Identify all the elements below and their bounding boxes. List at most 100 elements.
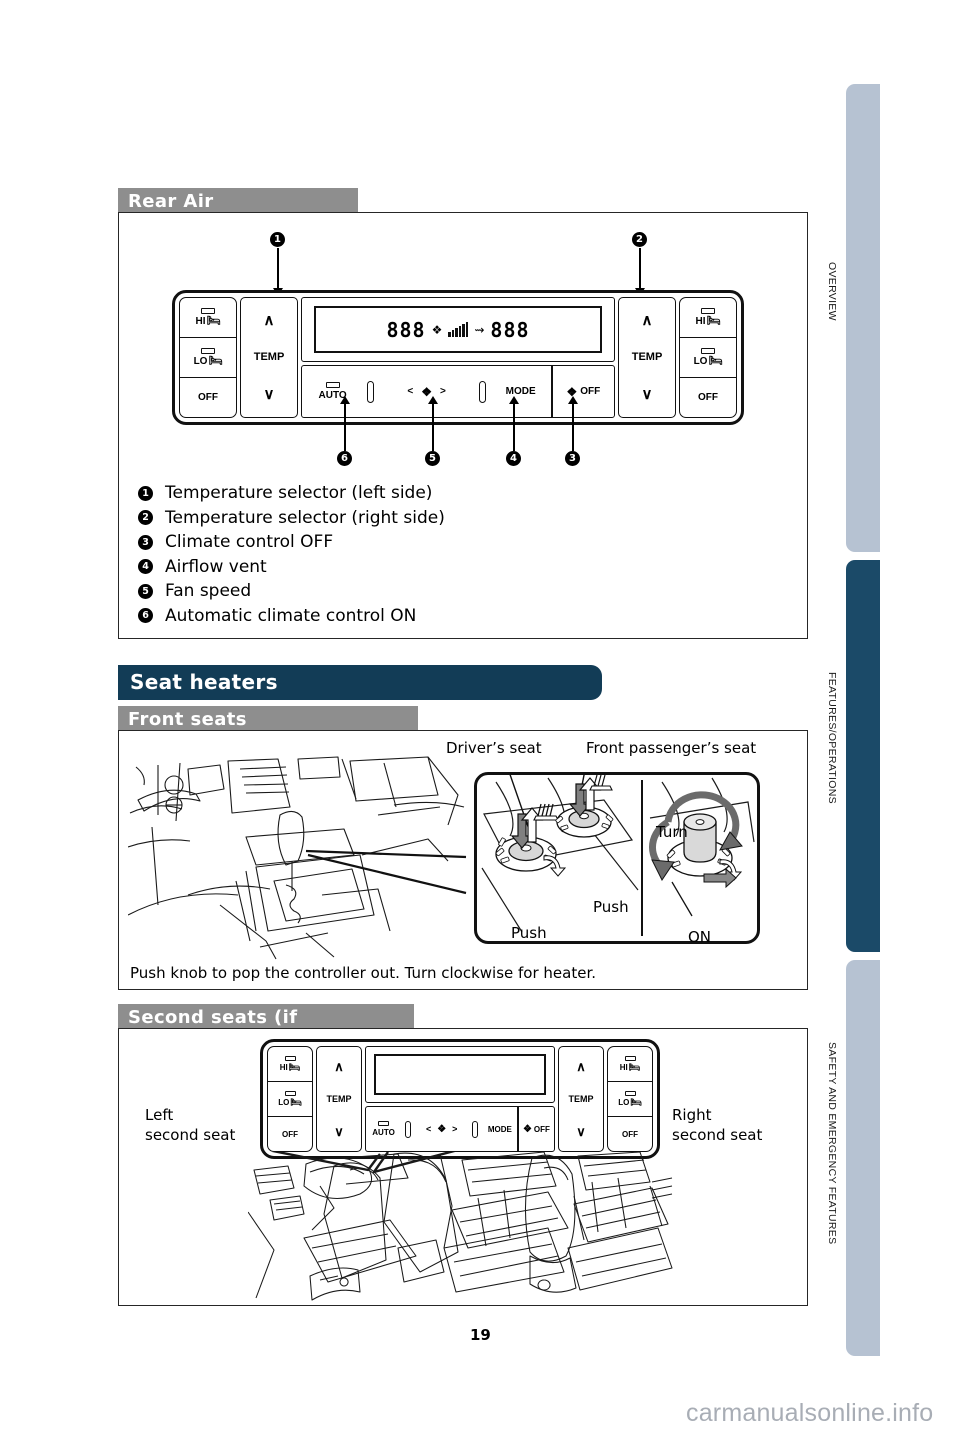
legend-label: Temperature selector (left side): [165, 483, 433, 504]
fan-speed-bars-icon: [448, 322, 469, 338]
callout-marker-5: 5: [425, 451, 440, 466]
sidebar-tab-features-operations[interactable]: [846, 560, 880, 952]
callout-marker-1: 1: [270, 232, 285, 247]
right-seat-heater-hi-button[interactable]: HI 🛏: [680, 298, 736, 338]
fan-speed-decrease-icon[interactable]: <: [407, 386, 413, 397]
mode-button[interactable]: MODE: [482, 1107, 517, 1151]
climate-off-button[interactable]: ❖ OFF: [519, 1107, 554, 1151]
callout-arrow-3: [568, 396, 578, 404]
off-label: OFF: [282, 1129, 298, 1139]
legend-label: Climate control OFF: [165, 532, 334, 553]
pill-icon: [405, 1120, 412, 1138]
off-label: OFF: [198, 392, 218, 403]
led-indicator-icon: [325, 382, 340, 389]
led-indicator-icon: [701, 348, 715, 354]
chevron-up-icon[interactable]: ∧: [576, 1060, 586, 1073]
heated-seat-icon: 🛏: [288, 1062, 301, 1072]
right-second-seat-lo-button[interactable]: LO 🛏: [608, 1082, 652, 1117]
left-second-seat-off-button[interactable]: OFF: [268, 1117, 312, 1151]
led-indicator-icon: [201, 348, 215, 354]
right-pill-divider: [475, 366, 490, 417]
heated-seat-icon: 🛏: [290, 1097, 302, 1107]
fan-speed-control[interactable]: < ❖ >: [415, 1107, 468, 1151]
left-seat-heater-lo-button[interactable]: LO 🛏: [180, 338, 236, 378]
fan-speed-control[interactable]: < ❖ >: [378, 366, 475, 417]
right-seat-heater-off-button[interactable]: OFF: [680, 378, 736, 417]
right-second-seat-off-button[interactable]: OFF: [608, 1117, 652, 1151]
hi-label: HI: [279, 1063, 288, 1072]
legend-label: Airflow vent: [165, 556, 267, 577]
fan-speed-increase-icon[interactable]: >: [440, 386, 446, 397]
left-seat-heater-hi-button[interactable]: HI 🛏: [180, 298, 236, 338]
sidebar-tab-overview[interactable]: [846, 84, 880, 552]
left-seat-heater-off-button[interactable]: OFF: [180, 378, 236, 417]
chevron-down-icon[interactable]: ∨: [264, 387, 275, 402]
temperature-selector-left[interactable]: ∧ TEMP ∨: [240, 297, 298, 418]
legend-number: 1: [138, 485, 153, 501]
chevron-down-icon[interactable]: ∨: [642, 387, 653, 402]
callout-leader-3: [572, 403, 574, 451]
second-seats-temp-left[interactable]: ∧ TEMP ∨: [316, 1046, 362, 1152]
led-indicator-icon: [378, 1121, 390, 1126]
seat-heater-knob-detail: [481, 772, 755, 936]
auto-button[interactable]: AUTO: [366, 1107, 401, 1151]
callout-leader-5: [432, 403, 434, 451]
label-left-second-seat-line1: Left: [145, 1106, 174, 1124]
callout-marker-4: 4: [506, 451, 521, 466]
pill-icon: [472, 1120, 479, 1138]
legend-label: Fan speed: [165, 581, 252, 602]
chevron-up-icon[interactable]: ∧: [334, 1060, 344, 1073]
page-number: 19: [470, 1326, 491, 1344]
legend-item: 5 Fan speed: [138, 579, 445, 604]
pill-icon: [367, 380, 375, 403]
led-indicator-icon: [284, 1091, 296, 1096]
callout-marker-6: 6: [337, 451, 352, 466]
left-second-seat-lo-button[interactable]: LO 🛏: [268, 1082, 312, 1117]
fan-speed-decrease-icon[interactable]: <: [426, 1124, 431, 1134]
off-label: OFF: [698, 392, 718, 403]
callout-arrow-6: [340, 396, 350, 404]
led-indicator-icon: [201, 308, 215, 314]
auto-button[interactable]: AUTO: [302, 366, 363, 417]
callout-arrow-4: [509, 396, 519, 404]
chevron-up-icon[interactable]: ∧: [642, 313, 653, 328]
right-seat-heater-lo-button[interactable]: LO 🛏: [680, 338, 736, 378]
right-pill-divider: [468, 1107, 482, 1151]
climate-off-button[interactable]: ❖ OFF: [553, 366, 614, 417]
label-push-left: Push: [511, 924, 547, 942]
left-second-seat-hi-button[interactable]: HI 🛏: [268, 1047, 312, 1082]
sidebar-tab-safety-emergency[interactable]: [846, 960, 880, 1356]
hi-label: HI: [195, 316, 206, 327]
temp-label-right: TEMP: [631, 351, 663, 364]
right-second-seat-hi-button[interactable]: HI 🛏: [608, 1047, 652, 1082]
legend-item: 1 Temperature selector (left side): [138, 481, 445, 506]
right-second-seat-heater-buttons: HI 🛏 LO 🛏 OFF: [607, 1046, 653, 1152]
chevron-down-icon[interactable]: ∨: [576, 1125, 586, 1138]
fan-icon: ❖: [522, 1123, 532, 1135]
chevron-down-icon[interactable]: ∨: [334, 1125, 344, 1138]
chevron-up-icon[interactable]: ∧: [264, 313, 275, 328]
climate-off-label: OFF: [580, 386, 601, 398]
callout-marker-3: 3: [565, 451, 580, 466]
heated-seat-icon: 🛏: [630, 1097, 642, 1107]
rear-ac-button-row: AUTO < ❖ > MODE ❖ OFF: [301, 365, 615, 418]
mode-button[interactable]: MODE: [490, 366, 551, 417]
rear-ac-lcd-display: 888 ❖ ⇝ 888: [301, 297, 615, 363]
legend-item: 4 Airflow vent: [138, 555, 445, 580]
lo-label: LO: [193, 356, 208, 367]
callout-marker-2: 2: [632, 232, 647, 247]
off-label: OFF: [622, 1129, 638, 1139]
fan-icon: ❖: [431, 322, 443, 337]
label-left-second-seat-line2: second seat: [145, 1126, 236, 1144]
legend-item: 2 Temperature selector (right side): [138, 506, 445, 531]
section-header-seat-heaters: Seat heaters: [118, 665, 602, 700]
manual-page: OVERVIEW FEATURES/OPERATIONS SAFETY AND …: [0, 0, 960, 1440]
fan-speed-increase-icon[interactable]: >: [452, 1124, 457, 1134]
callout-leader-1: [276, 248, 279, 288]
site-watermark: carmanualsonline.info: [686, 1399, 934, 1427]
temp-label-left: TEMP: [326, 1093, 352, 1104]
legend-item: 6 Automatic climate control ON: [138, 604, 445, 629]
climate-off-label: OFF: [533, 1124, 550, 1134]
second-seats-temp-right[interactable]: ∧ TEMP ∨: [558, 1046, 604, 1152]
temperature-selector-right[interactable]: ∧ TEMP ∨: [618, 297, 676, 418]
